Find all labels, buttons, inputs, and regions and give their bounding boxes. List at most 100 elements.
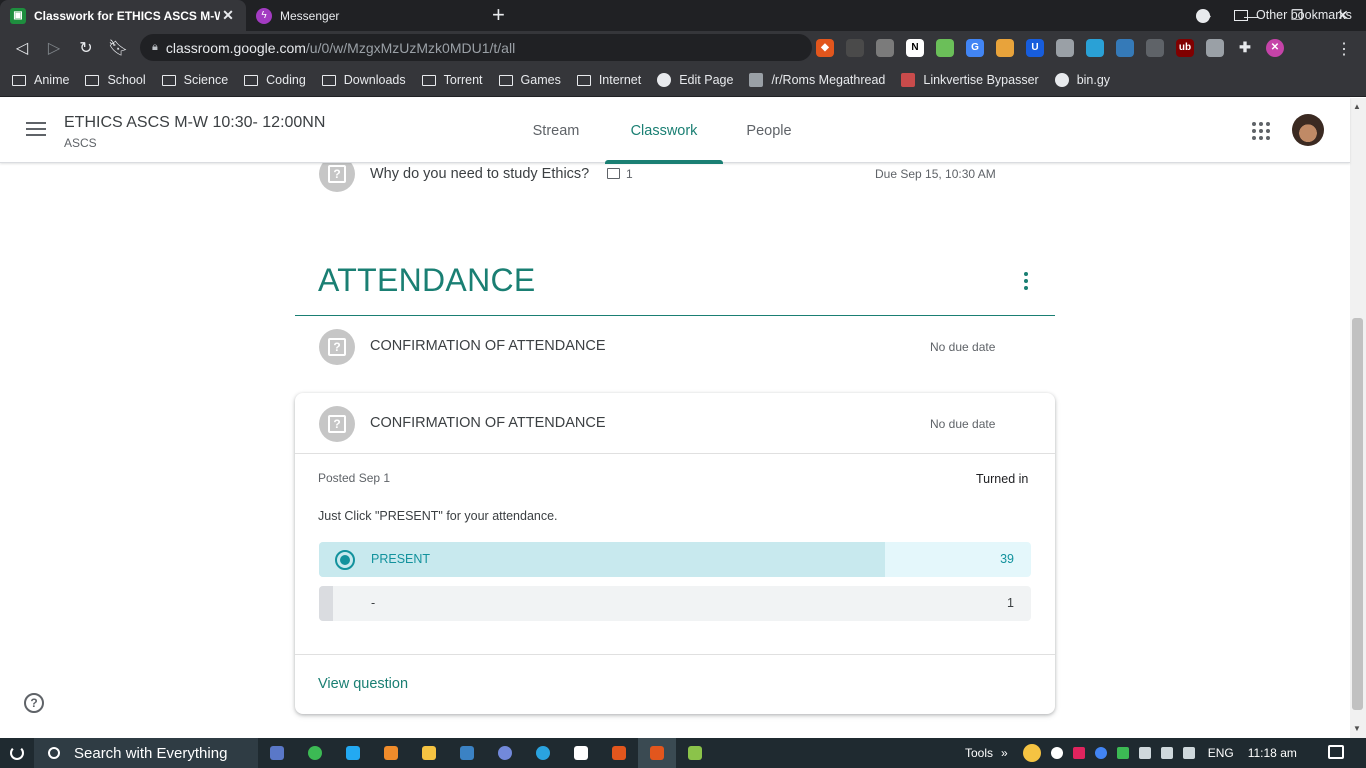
close-tab-icon[interactable]: ✕	[220, 7, 236, 24]
bookmark-label: Games	[520, 73, 561, 87]
bookmark-linkvertise-bypasser[interactable]: Linkvertise Bypasser	[901, 73, 1039, 87]
class-name[interactable]: ETHICS ASCS M-W 10:30- 12:00NN	[64, 114, 325, 132]
bookmark-edit-page[interactable]: Edit Page	[657, 73, 733, 87]
bookmark-downloads[interactable]: Downloads	[321, 73, 406, 87]
help-icon[interactable]: ?	[24, 693, 44, 713]
taskbar-vscode[interactable]	[334, 738, 372, 768]
network-icon[interactable]	[1138, 747, 1151, 759]
bookmark-anime[interactable]: Anime	[12, 73, 69, 87]
bookmark-icon[interactable]: 🔖︎	[102, 38, 134, 58]
taskbar-search[interactable]: Search with Everything	[34, 738, 258, 768]
taskbar-telegram[interactable]	[524, 738, 562, 768]
brave-icon	[650, 746, 664, 760]
bitwarden-icon[interactable]: U	[1026, 38, 1044, 57]
forward-icon[interactable]: ▷	[38, 38, 70, 58]
folder-icon	[12, 74, 26, 86]
bookmark-science[interactable]: Science	[161, 73, 228, 87]
answer-option-present[interactable]: PRESENT 39	[319, 542, 1031, 577]
tools-toolbar[interactable]: Tools	[965, 746, 993, 760]
other-bookmarks[interactable]: Other bookmarks	[1234, 8, 1352, 22]
status-badge: Turned in	[976, 472, 1029, 486]
bookmark-roms-megathread[interactable]: /r/Roms Megathread	[749, 73, 885, 87]
browser-menu-icon[interactable]: ⋮	[1336, 39, 1352, 59]
bookmarks-bar: Anime School Science Coding Downloads To…	[0, 64, 1366, 97]
tray-green-icon[interactable]	[1116, 747, 1129, 759]
tab-stream[interactable]: Stream	[508, 98, 604, 163]
globe-icon	[657, 73, 672, 87]
notification-center-icon[interactable]	[1328, 745, 1344, 759]
bookmark-coding[interactable]: Coding	[244, 73, 306, 87]
attendance-card-title[interactable]: CONFIRMATION OF ATTENDANCE	[370, 415, 606, 431]
color-icon[interactable]	[996, 38, 1014, 57]
posted-date: Posted Sep 1	[318, 471, 391, 485]
taskbar-sublime[interactable]	[372, 738, 410, 768]
puzzle-icon[interactable]: ✚	[1236, 39, 1254, 57]
extension-green-icon[interactable]	[936, 38, 954, 57]
clock[interactable]: 11:18 am	[1248, 746, 1297, 760]
profile-icon[interactable]: ✕	[1266, 38, 1284, 57]
taskbar-brave-active[interactable]	[638, 738, 676, 768]
taskbar-discord[interactable]	[486, 738, 524, 768]
camera-icon[interactable]	[876, 38, 894, 57]
bookmarks-overflow-icon[interactable]: »	[1204, 8, 1211, 23]
answer-option-dash[interactable]: - 1	[319, 586, 1031, 621]
system-tray: Tools » ENG 11:18 am	[965, 738, 1297, 768]
bat-icon[interactable]	[846, 38, 864, 57]
attendance-item-title[interactable]: CONFIRMATION OF ATTENDANCE	[370, 338, 606, 354]
topic-more-options-icon[interactable]	[1024, 272, 1028, 293]
record-icon[interactable]	[1050, 747, 1063, 759]
scroll-up-icon[interactable]: ▲	[1353, 102, 1361, 111]
tab-classwork-page[interactable]: Classwork	[605, 98, 723, 164]
chrome-icon[interactable]	[1094, 747, 1107, 759]
taskbar-app-2[interactable]	[296, 738, 334, 768]
tray-app-icon[interactable]	[1072, 747, 1085, 759]
new-tab-button[interactable]: +	[492, 4, 505, 26]
reload-icon[interactable]: ↻	[70, 38, 102, 58]
bookmark-games[interactable]: Games	[498, 73, 561, 87]
bookmark-torrent[interactable]: Torrent	[421, 73, 483, 87]
wave-icon[interactable]	[1116, 38, 1134, 57]
bookmark-label: bin.gy	[1076, 73, 1111, 87]
google-apps-icon[interactable]	[1252, 122, 1270, 140]
taskbar-explorer[interactable]	[410, 738, 448, 768]
start-icon[interactable]	[0, 738, 34, 768]
taskbar-app-1[interactable]	[258, 738, 296, 768]
ublock-icon[interactable]: ub	[1176, 38, 1194, 57]
address-bar[interactable]: 🔒︎ classroom.google.com/u/0/w/MzgxMzUzMz…	[140, 34, 812, 61]
tray-more-icon[interactable]: »	[1001, 746, 1008, 760]
taskbar-brave[interactable]	[600, 738, 638, 768]
scrollbar-thumb[interactable]	[1352, 318, 1363, 710]
eyes-icon[interactable]	[1146, 38, 1164, 57]
notion-icon[interactable]: N	[906, 38, 924, 57]
taskbar-android[interactable]	[676, 738, 714, 768]
tab-classwork[interactable]: ▣ Classwork for ETHICS ASCS M-W ✕	[0, 0, 246, 31]
mail-icon[interactable]	[1056, 38, 1074, 57]
avatar[interactable]	[1292, 114, 1324, 146]
back-icon[interactable]: ◁	[6, 38, 38, 58]
browser-tab-strip: ▣ Classwork for ETHICS ASCS M-W ✕ ϟ Mess…	[0, 0, 1366, 31]
language-indicator[interactable]: ENG	[1208, 746, 1234, 760]
bookmark-school[interactable]: School	[85, 73, 146, 87]
scroll-down-icon[interactable]: ▼	[1353, 724, 1361, 733]
bookmark-bin-gy[interactable]: bin.gy	[1054, 73, 1111, 87]
brave-shields-icon[interactable]: ◆	[816, 38, 834, 57]
weather-icon[interactable]	[1022, 744, 1041, 762]
answer-share-bar	[319, 586, 334, 621]
volume-icon[interactable]	[1182, 747, 1195, 759]
ethics-question-title[interactable]: Why do you need to study Ethics?	[370, 166, 589, 182]
url-host: classroom.google.com	[165, 39, 306, 56]
ethics-question-due: Due Sep 15, 10:30 AM	[875, 167, 996, 181]
sublime-icon	[384, 746, 398, 760]
tab-people[interactable]: People	[723, 98, 815, 163]
battery-icon[interactable]	[1160, 747, 1173, 759]
trello-icon[interactable]	[1086, 38, 1104, 57]
taskbar-app-6[interactable]	[448, 738, 486, 768]
taskbar-notion[interactable]	[562, 738, 600, 768]
shield-icon[interactable]	[1206, 38, 1224, 57]
view-question-link[interactable]: View question	[318, 676, 408, 692]
bookmark-internet[interactable]: Internet	[576, 73, 641, 87]
radio-selected-icon[interactable]	[335, 550, 355, 570]
tab-messenger[interactable]: ϟ Messenger	[246, 0, 484, 31]
translate-icon[interactable]: G	[966, 38, 984, 57]
main-menu-icon[interactable]	[26, 122, 46, 136]
